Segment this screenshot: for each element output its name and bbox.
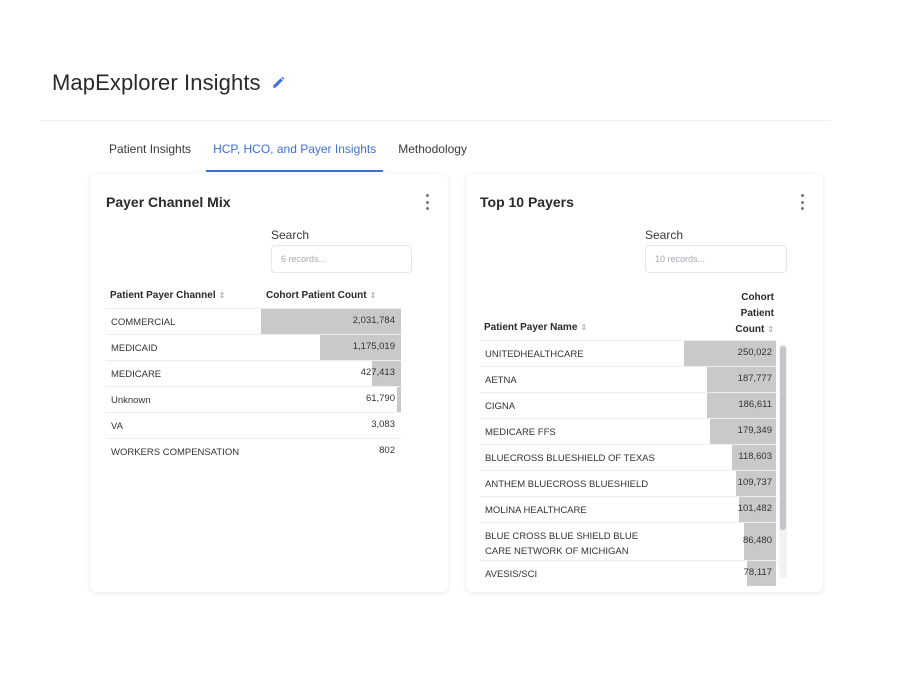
table-row[interactable]: MOLINA HEALTHCARE 101,482: [480, 496, 778, 522]
row-name: BLUE CROSS BLUE SHIELD BLUE CARE NETWORK…: [485, 531, 639, 557]
row-name: MEDICAID: [111, 343, 158, 354]
row-value: 179,349: [737, 425, 772, 436]
table-row[interactable]: VA 3,083: [106, 412, 401, 438]
sort-icon[interactable]: ⇕: [767, 322, 774, 338]
row-value: 186,611: [738, 399, 772, 410]
table-row[interactable]: COMMERCIAL 2,031,784: [106, 308, 401, 334]
kebab-menu-icon[interactable]: [799, 194, 805, 210]
column-header-payer-channel[interactable]: Patient Payer Channel ⇕: [110, 290, 225, 301]
row-value: 427,413: [360, 367, 395, 378]
row-name: MEDICARE: [111, 369, 162, 380]
table-row[interactable]: AETNA 187,777: [480, 366, 778, 392]
kebab-menu-icon[interactable]: [424, 194, 430, 210]
row-name: UNITEDHEALTHCARE: [485, 349, 584, 360]
search-input[interactable]: [645, 245, 787, 273]
row-value: 109,737: [737, 477, 772, 488]
header-divider: [40, 120, 830, 121]
table-row[interactable]: AVESIS/SCI 78,117: [480, 560, 778, 586]
count-bar: [397, 387, 401, 412]
sort-icon[interactable]: ⇕: [580, 323, 587, 332]
table-row[interactable]: CIGNA 186,611: [480, 392, 778, 418]
row-name: VA: [111, 421, 123, 432]
row-name: MEDICARE FFS: [485, 427, 556, 438]
table-row[interactable]: MEDICARE 427,413: [106, 360, 401, 386]
row-name: MOLINA HEALTHCARE: [485, 505, 587, 516]
row-name: ANTHEM BLUECROSS BLUESHIELD: [485, 479, 649, 490]
row-name: AVESIS/SCI: [485, 569, 538, 580]
row-value: 2,031,784: [352, 315, 395, 326]
search-label: Search: [645, 228, 684, 242]
row-value: 250,022: [737, 347, 772, 358]
row-name: WORKERS COMPENSATION: [111, 447, 240, 458]
row-name: CIGNA: [485, 401, 516, 412]
row-name: BLUECROSS BLUESHIELD OF TEXAS: [485, 453, 655, 464]
card-title: Payer Channel Mix: [106, 194, 231, 210]
top-payers-card: Top 10 Payers Search Patient Payer Name⇕…: [466, 174, 823, 592]
sort-icon[interactable]: ⇕: [219, 291, 226, 300]
row-value: 118,603: [738, 451, 772, 462]
scrollbar-thumb[interactable]: [780, 346, 786, 530]
search-input[interactable]: [271, 245, 412, 273]
row-name: AETNA: [485, 375, 517, 386]
row-value: 1,175,019: [352, 341, 395, 352]
search-label: Search: [271, 228, 310, 242]
table-row[interactable]: MEDICARE FFS 179,349: [480, 418, 778, 444]
row-value: 802: [379, 445, 395, 456]
row-value: 187,777: [737, 373, 772, 384]
column-header-patient-count[interactable]: Cohort Patient Count ⇕: [712, 290, 774, 338]
tab-patient-insights[interactable]: Patient Insights: [98, 136, 202, 172]
row-value: 3,083: [371, 419, 395, 430]
header: MapExplorer Insights: [52, 70, 285, 96]
row-name: Unknown: [111, 395, 151, 406]
table-row[interactable]: WORKERS COMPENSATION 802: [106, 438, 401, 464]
row-value: 101,482: [737, 503, 772, 514]
payer-channel-mix-card: Payer Channel Mix Search Patient Payer C…: [90, 174, 448, 592]
table-row[interactable]: ANTHEM BLUECROSS BLUESHIELD 109,737: [480, 470, 778, 496]
row-name: COMMERCIAL: [111, 317, 176, 328]
row-value: 61,790: [365, 393, 395, 404]
table-row[interactable]: Unknown 61,790: [106, 386, 401, 412]
table-row[interactable]: BLUECROSS BLUESHIELD OF TEXAS 118,603: [480, 444, 778, 470]
pencil-icon[interactable]: [271, 76, 285, 90]
column-header-payer-name[interactable]: Patient Payer Name ⇕: [484, 322, 587, 333]
table-row[interactable]: BLUE CROSS BLUE SHIELD BLUE CARE NETWORK…: [480, 522, 778, 560]
column-header-patient-count[interactable]: Cohort Patient Count ⇕: [266, 290, 376, 301]
page-title: MapExplorer Insights: [52, 70, 261, 95]
row-value: 78,117: [743, 567, 772, 578]
card-title: Top 10 Payers: [480, 194, 574, 210]
tab-hcp-hco-payer-insights[interactable]: HCP, HCO, and Payer Insights: [202, 136, 387, 172]
tab-bar: Patient Insights HCP, HCO, and Payer Ins…: [98, 136, 478, 172]
row-value: 86,480: [742, 535, 772, 546]
table-row[interactable]: MEDICAID 1,175,019: [106, 334, 401, 360]
tab-methodology[interactable]: Methodology: [387, 136, 478, 172]
table-row[interactable]: UNITEDHEALTHCARE 250,022: [480, 340, 778, 366]
sort-icon[interactable]: ⇕: [370, 291, 377, 300]
